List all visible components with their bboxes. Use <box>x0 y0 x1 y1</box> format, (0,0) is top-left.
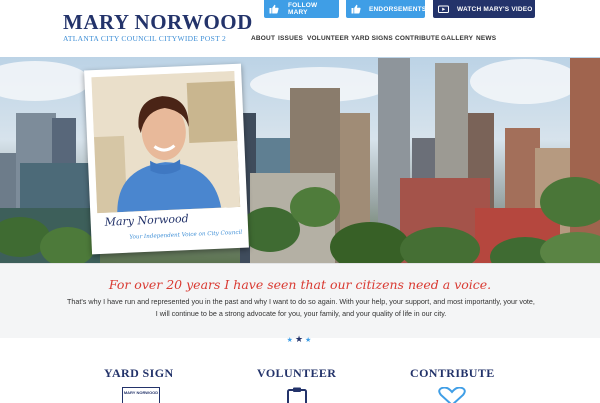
quote-heading: For over 20 years I have seen that our c… <box>108 277 492 292</box>
nav-contribute[interactable]: CONTRIBUTE <box>395 35 440 42</box>
nav-news[interactable]: NEWS <box>476 35 496 42</box>
thumbs-up-icon <box>351 4 361 15</box>
quote-section: For over 20 years I have seen that our c… <box>0 263 600 338</box>
candidate-photo-card: Mary Norwood Your Independent Voice on C… <box>84 63 249 255</box>
star-icon: ★ <box>294 334 306 344</box>
watch-video-button[interactable]: WATCH MARY'S VIDEO <box>433 0 535 18</box>
cloud <box>0 61 90 101</box>
candidate-signature: Mary Norwood <box>104 212 189 229</box>
endorsements-label: ENDORSEMENTS <box>369 5 427 13</box>
tree <box>290 187 340 227</box>
cloud <box>470 59 580 104</box>
yard-sign-heading[interactable]: YARD SIGN <box>104 366 174 381</box>
candidate-photo <box>91 70 241 214</box>
watch-video-label: WATCH MARY'S VIDEO <box>457 5 533 13</box>
volunteer-heading[interactable]: VOLUNTEER <box>257 366 336 381</box>
star-icon: ★ <box>286 337 295 344</box>
heart-icon[interactable] <box>437 386 467 403</box>
nav-volunteer[interactable]: VOLUNTEER <box>307 35 349 42</box>
star-icon: ★ <box>305 337 314 344</box>
tree <box>40 227 95 263</box>
thumbs-up-icon <box>269 4 280 15</box>
contribute-heading[interactable]: CONTRIBUTE <box>410 366 495 381</box>
nav-yard-signs[interactable]: YARD SIGNS <box>351 35 393 42</box>
site-logo-name[interactable]: MARY NORWOOD <box>63 10 253 35</box>
quote-body: That's why I have run and represented yo… <box>67 297 535 318</box>
candidate-tagline: Your Independent Voice on City Council <box>129 229 243 241</box>
site-header: MARY NORWOOD ATLANTA CITY COUNCIL CITYWI… <box>0 0 600 57</box>
yard-sign-icon[interactable]: MARY NORWOOD <box>122 387 160 403</box>
site-logo-subtitle: ATLANTA CITY COUNCIL CITYWIDE POST 2 <box>63 34 227 43</box>
nav-issues[interactable]: ISSUES <box>278 35 303 42</box>
follow-mary-button[interactable]: FOLLOW MARY <box>264 0 339 18</box>
endorsements-button[interactable]: ENDORSEMENTS <box>346 0 427 18</box>
stars-divider: ★★★ <box>0 334 600 345</box>
nav-about[interactable]: ABOUT <box>251 35 275 42</box>
yard-sign-mini-text: MARY NORWOOD <box>123 390 159 395</box>
nav-gallery[interactable]: GALLERY <box>441 35 473 42</box>
video-icon <box>438 4 449 15</box>
follow-mary-label: FOLLOW MARY <box>287 2 318 16</box>
clipboard-icon[interactable] <box>285 387 309 403</box>
